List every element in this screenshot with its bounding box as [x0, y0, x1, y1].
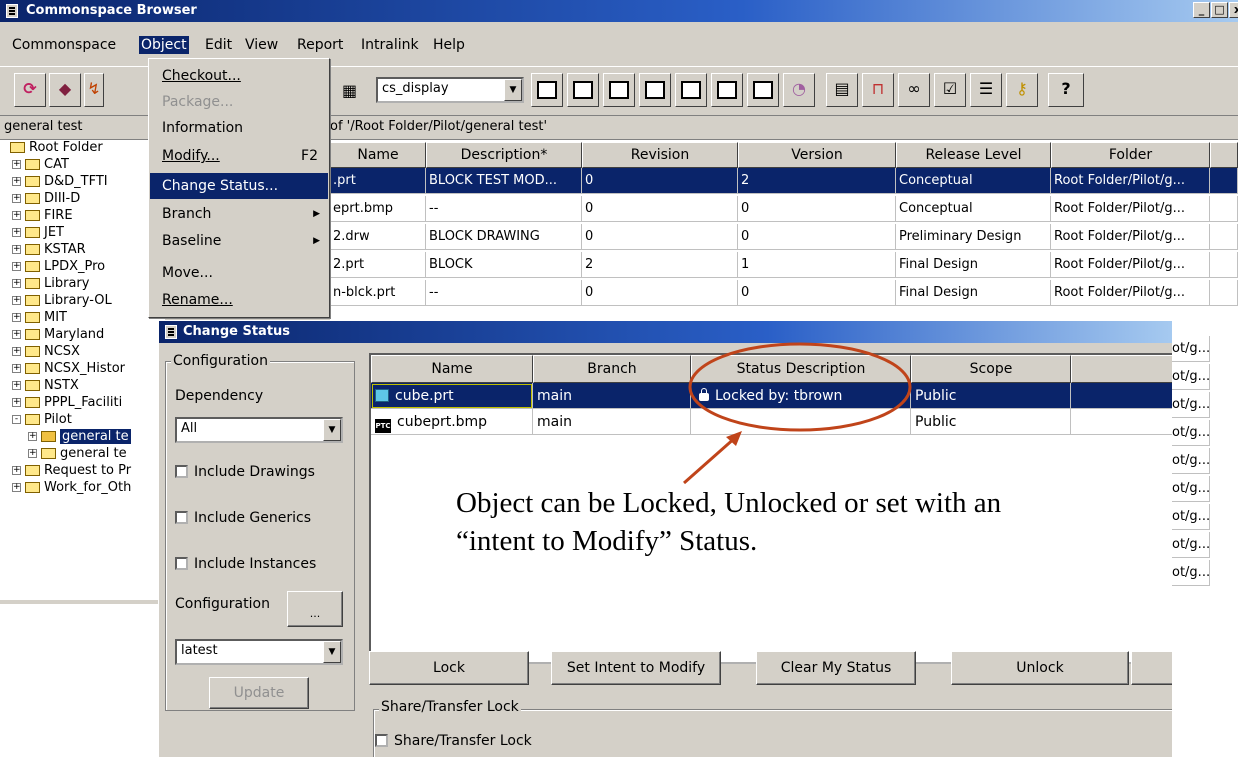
annotation-ellipse: [688, 342, 912, 432]
annotation-overlay: [683, 342, 912, 485]
annotation-arrow: [683, 435, 737, 485]
